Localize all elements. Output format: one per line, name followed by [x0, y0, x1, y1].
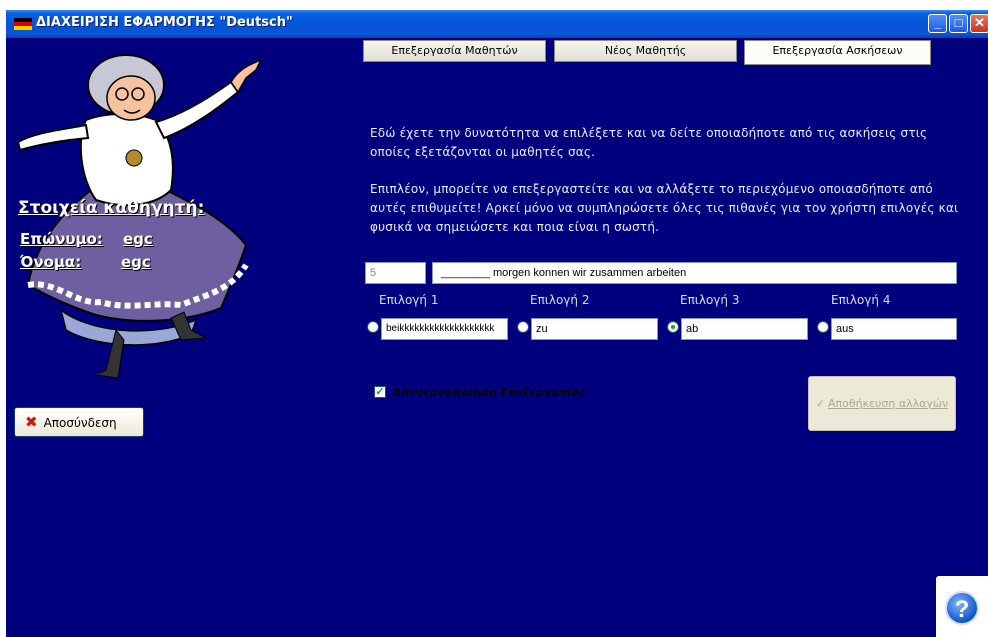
x-icon: ✖	[25, 413, 38, 431]
logout-button[interactable]: ✖ Αποσύνδεση	[14, 407, 144, 437]
option-2-radio[interactable]	[517, 321, 529, 333]
option-4-radio[interactable]	[817, 321, 829, 333]
logout-label: Αποσύνδεση	[43, 416, 117, 430]
option-1-field[interactable]: beikkkkkkkkkkkkkkkkkkk	[381, 318, 508, 340]
app-window: ΔΙΑΧΕΙΡΙΣΗ ΕΦΑΡΜΟΓΗΣ "Deutsch" _ □ ✕ Επε…	[6, 10, 988, 637]
option-4-field[interactable]: aus	[831, 318, 957, 340]
option-4-label: Επιλογή 4	[831, 293, 891, 307]
help-icon: ?	[945, 591, 979, 625]
teacher-heading: Στοιχεία καθηγητή:	[18, 198, 205, 218]
surname-value: egc	[123, 230, 153, 248]
tab-new-student[interactable]: Νέος Μαθητής	[554, 40, 737, 62]
option-1-label: Επιλογή 1	[379, 293, 439, 307]
save-changes-label: Αποθήκευση αλλαγών	[828, 397, 949, 410]
exercise-sentence-field[interactable]: ________ morgen konnen wir zusammen arbe…	[432, 262, 957, 284]
disable-editing-checkbox[interactable]: ✓	[374, 386, 386, 398]
maximize-icon[interactable]: □	[949, 14, 968, 33]
option-3-radio[interactable]	[667, 321, 679, 333]
exercise-number-field[interactable]: 5	[365, 262, 426, 284]
name-label: Όνομα:	[20, 253, 82, 271]
intro-paragraph-2: Επιπλέον, μπορείτε να επεξεργαστείτε και…	[370, 182, 959, 234]
minimize-icon[interactable]: _	[928, 14, 947, 33]
title-bar[interactable]: ΔΙΑΧΕΙΡΙΣΗ ΕΦΑΡΜΟΓΗΣ "Deutsch" _ □ ✕	[6, 10, 988, 38]
option-2-field[interactable]: zu	[531, 318, 658, 340]
option-1-radio[interactable]	[367, 321, 379, 333]
option-3-label: Επιλογή 3	[680, 293, 740, 307]
checkmark-icon: ✓	[815, 397, 825, 410]
intro-paragraph-1: Εδώ έχετε την δυνατότητα να επιλέξετε κα…	[370, 126, 928, 159]
help-button[interactable]: ?	[936, 576, 988, 637]
window-title: ΔΙΑΧΕΙΡΙΣΗ ΕΦΑΡΜΟΓΗΣ "Deutsch"	[36, 15, 293, 30]
tab-edit-exercises[interactable]: Επεξεργασία Ασκήσεων	[744, 40, 931, 65]
close-icon[interactable]: ✕	[970, 14, 988, 33]
option-3-field[interactable]: ab	[681, 318, 808, 340]
german-flag-icon	[14, 18, 32, 30]
tab-edit-students[interactable]: Επεξεργασία Μαθητών	[363, 40, 546, 62]
option-2-label: Επιλογή 2	[530, 293, 590, 307]
surname-label: Επώνυμο:	[20, 230, 103, 248]
name-value: egc	[121, 253, 151, 271]
save-changes-button[interactable]: ✓ Αποθήκευση αλλαγών	[808, 376, 956, 431]
disable-editing-label: Απενεργοποίηση Επεξεργασίας	[392, 386, 586, 399]
